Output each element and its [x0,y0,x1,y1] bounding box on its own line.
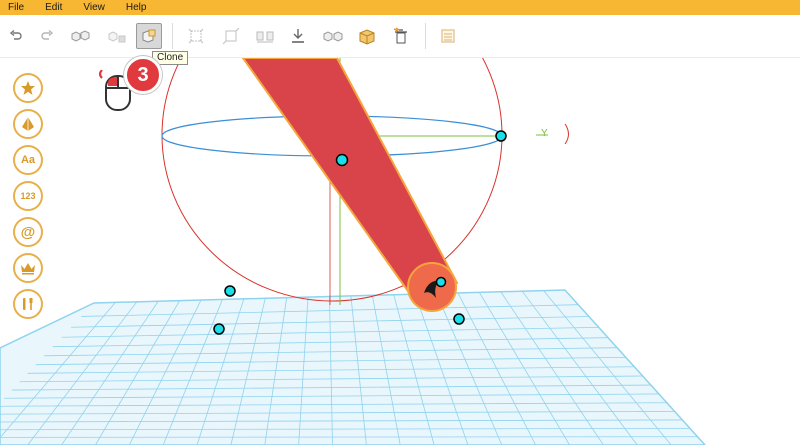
sidebar-item-shapes[interactable] [13,109,43,139]
axis-y-label: Y [541,128,548,139]
redo-icon [41,29,54,40]
toolbar-separator [425,23,426,49]
ungroup-icon [108,31,126,43]
crown-icon [21,263,35,275]
scale-icon [222,27,240,45]
group-button[interactable] [68,23,94,49]
step-number: 3 [137,63,149,86]
toolbar [0,15,800,58]
menu-help[interactable]: Help [126,0,147,15]
group-icon [71,30,90,42]
sidebar-item-crown[interactable] [13,253,43,283]
drop-to-floor-icon [292,29,304,43]
align-button[interactable] [183,23,209,49]
split-button[interactable] [320,23,346,49]
drop-to-floor-button[interactable] [285,23,311,49]
undo-button[interactable] [3,23,29,49]
tutorial-step-badge: 3 [124,56,162,94]
sidebar-item-tools[interactable] [13,289,43,319]
sidebar-item-text[interactable]: Aa [13,145,43,175]
merge-button[interactable] [354,23,380,49]
mirror-icon [256,31,274,43]
remove-button[interactable] [388,23,414,49]
undo-icon [9,29,22,40]
numbers-label: 123 [20,191,36,201]
build-plate-grid [0,289,707,445]
selected-3d-object[interactable] [241,58,459,312]
sidebar-item-symbols[interactable]: @ [13,217,43,247]
redo-button[interactable] [34,23,60,49]
menu-view[interactable]: View [83,0,105,15]
text-label: Aa [20,154,36,166]
shape-icon [22,117,34,131]
mirror-button[interactable] [252,23,278,49]
toolbar-separator [172,23,173,49]
clone-button[interactable] [136,23,162,49]
merge-icon [359,29,375,45]
scale-button[interactable] [218,23,244,49]
menu-bar: File Edit View Help [0,0,800,15]
tools-icon [23,298,33,310]
remove-icon [393,27,407,44]
menu-file[interactable]: File [8,0,24,15]
ungroup-button[interactable] [104,23,130,49]
settings-icon [441,29,455,43]
align-icon [188,28,204,44]
star-icon [21,81,35,95]
sidebar-item-numbers[interactable]: 123 [13,181,43,211]
at-icon: @ [20,223,36,241]
split-icon [323,31,343,42]
sidebar-item-star[interactable] [13,73,43,103]
settings-button[interactable] [435,23,461,49]
clone-icon [142,29,156,43]
menu-edit[interactable]: Edit [45,0,62,15]
